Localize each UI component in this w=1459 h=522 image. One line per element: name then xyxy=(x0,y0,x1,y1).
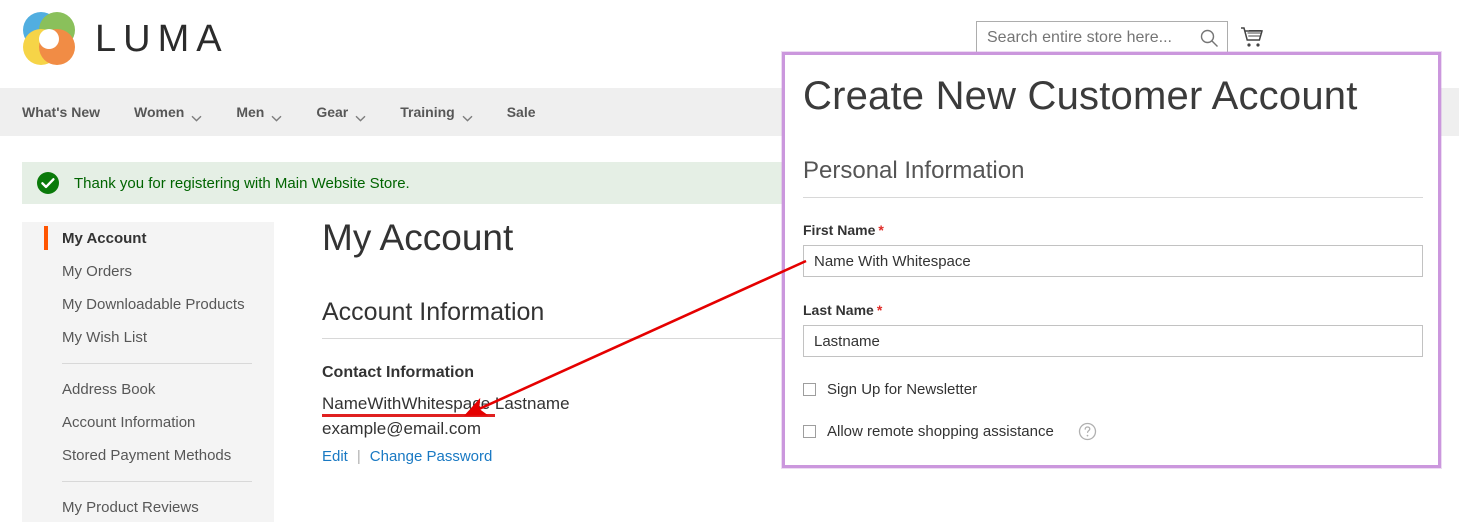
nav-item-women[interactable]: Women xyxy=(117,88,219,136)
modal-section-title-personal-information: Personal Information xyxy=(803,157,1423,198)
nav-item-what-s-new[interactable]: What's New xyxy=(0,88,117,136)
sidebar-divider xyxy=(62,481,252,482)
change-password-link[interactable]: Change Password xyxy=(370,448,493,465)
chevron-down-icon[interactable] xyxy=(191,109,202,122)
remote-assistance-checkbox[interactable] xyxy=(803,425,816,438)
first-name-label: First Name * xyxy=(803,222,884,238)
page-root: LUMA What's New Women Men Gear Training Sale xyxy=(0,0,1459,522)
contact-email: example@email.com xyxy=(322,419,481,439)
sidebar-item-label: Stored Payment Methods xyxy=(62,447,232,464)
nav-item-label: Men xyxy=(236,104,265,120)
link-separator: | xyxy=(356,447,361,465)
sidebar-item-label: My Downloadable Products xyxy=(62,296,245,313)
first-name-label-text: First Name xyxy=(803,222,876,238)
success-message-text: Thank you for registering with Main Webs… xyxy=(74,174,410,192)
modal-title: Create New Customer Account xyxy=(803,74,1358,118)
search-icon[interactable] xyxy=(1199,28,1219,48)
nav-item-men[interactable]: Men xyxy=(219,88,299,136)
last-name-input[interactable] xyxy=(803,325,1423,357)
nav-item-gear[interactable]: Gear xyxy=(299,88,383,136)
main-content: My Account Account Information Contact I… xyxy=(322,217,792,465)
first-name-required-mark: * xyxy=(878,222,884,238)
sidebar-item-my-product-reviews[interactable]: My Product Reviews xyxy=(22,491,274,522)
account-sidebar: My Account My Orders My Downloadable Produ… xyxy=(22,222,274,522)
nav-item-label: Gear xyxy=(316,104,349,120)
first-name-input[interactable] xyxy=(803,245,1423,277)
sidebar-item-my-account[interactable]: My Account xyxy=(22,222,274,255)
sidebar-item-stored-payment-methods[interactable]: Stored Payment Methods xyxy=(22,439,274,472)
newsletter-checkbox[interactable] xyxy=(803,383,816,396)
question-mark-circle-icon[interactable] xyxy=(1078,422,1097,441)
check-circle-icon xyxy=(36,171,60,195)
page-title: My Account xyxy=(322,217,514,258)
remote-assistance-checkbox-row[interactable]: Allow remote shopping assistance xyxy=(803,422,1097,441)
sidebar-item-label: Address Book xyxy=(62,381,156,398)
nav-item-label: Sale xyxy=(506,104,536,120)
sidebar-item-label: Account Information xyxy=(62,414,196,431)
newsletter-checkbox-row[interactable]: Sign Up for Newsletter xyxy=(803,381,977,398)
contact-action-links: Edit | Change Password xyxy=(322,448,792,465)
shopping-cart-icon[interactable] xyxy=(1239,24,1265,50)
last-name-label: Last Name * xyxy=(803,302,882,318)
nav-item-label: Training xyxy=(400,104,455,120)
chevron-down-icon[interactable] xyxy=(355,109,366,122)
highlighted-first-name: NameWithWhitespace xyxy=(322,393,495,417)
sidebar-item-label: My Wish List xyxy=(62,329,148,346)
chevron-down-icon[interactable] xyxy=(462,109,473,122)
search-box[interactable] xyxy=(976,21,1228,54)
contact-last-name: Lastname xyxy=(494,393,570,413)
brand-name[interactable]: LUMA xyxy=(95,18,229,61)
nav-item-label: What's New xyxy=(22,104,101,120)
nav-item-training[interactable]: Training xyxy=(383,88,489,136)
sidebar-divider xyxy=(62,363,252,364)
contact-information-heading: Contact Information xyxy=(322,363,474,381)
last-name-label-text: Last Name xyxy=(803,302,874,318)
search-input[interactable] xyxy=(977,22,1189,53)
sidebar-item-my-wish-list[interactable]: My Wish List xyxy=(22,321,274,354)
sidebar-item-label: My Product Reviews xyxy=(62,499,199,516)
edit-link[interactable]: Edit xyxy=(322,448,348,465)
newsletter-checkbox-label: Sign Up for Newsletter xyxy=(827,381,978,398)
sidebar-item-my-orders[interactable]: My Orders xyxy=(22,255,274,288)
section-title-account-information: Account Information xyxy=(322,298,792,339)
contact-name-line: NameWithWhitespace Lastname xyxy=(322,391,792,417)
sidebar-item-address-book[interactable]: Address Book xyxy=(22,373,274,406)
nav-item-sale[interactable]: Sale xyxy=(490,88,553,136)
sidebar-item-my-downloadable-products[interactable]: My Downloadable Products xyxy=(22,288,274,321)
create-new-customer-account-modal: Create New Customer Account Personal Inf… xyxy=(782,52,1441,468)
remote-assistance-checkbox-label: Allow remote shopping assistance xyxy=(827,423,1054,440)
chevron-down-icon[interactable] xyxy=(271,109,282,122)
sidebar-item-label: My Account xyxy=(62,230,147,247)
nav-item-label: Women xyxy=(134,104,185,120)
sidebar-item-account-information[interactable]: Account Information xyxy=(22,406,274,439)
last-name-required-mark: * xyxy=(876,302,883,318)
sidebar-item-label: My Orders xyxy=(62,263,133,280)
luma-flower-logo[interactable] xyxy=(18,8,80,70)
